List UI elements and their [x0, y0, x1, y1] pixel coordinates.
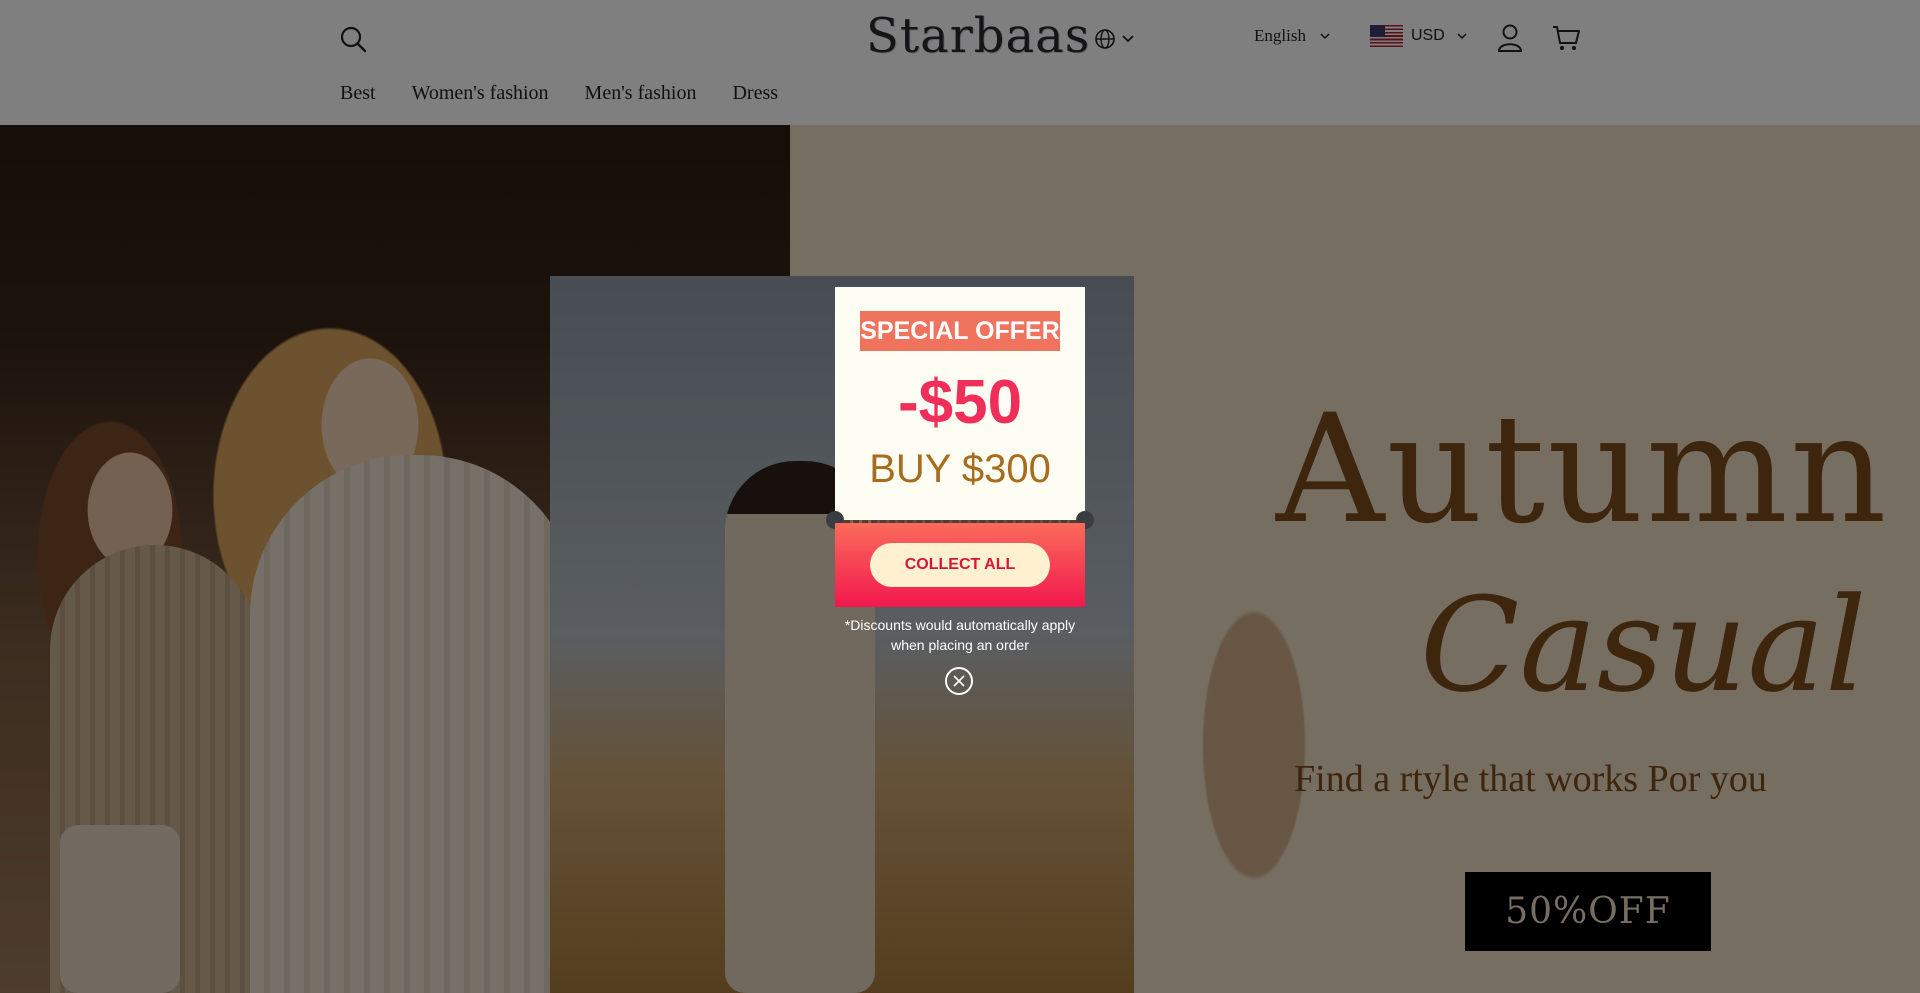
special-offer-badge: SPECIAL OFFER [860, 311, 1060, 351]
discount-amount: -$50 [897, 368, 1023, 437]
coupon-footer: COLLECT ALL [835, 523, 1085, 607]
discount-note: *Discounts would automatically apply whe… [844, 617, 1076, 653]
coupon-popup: SPECIAL OFFER -$50 BUY $300 COLLECT ALL [826, 287, 1094, 607]
coupon-body: SPECIAL OFFER -$50 BUY $300 [835, 287, 1085, 520]
close-icon[interactable] [945, 667, 973, 695]
collect-all-button[interactable]: COLLECT ALL [870, 543, 1050, 587]
discount-condition: BUY $300 [869, 447, 1051, 491]
